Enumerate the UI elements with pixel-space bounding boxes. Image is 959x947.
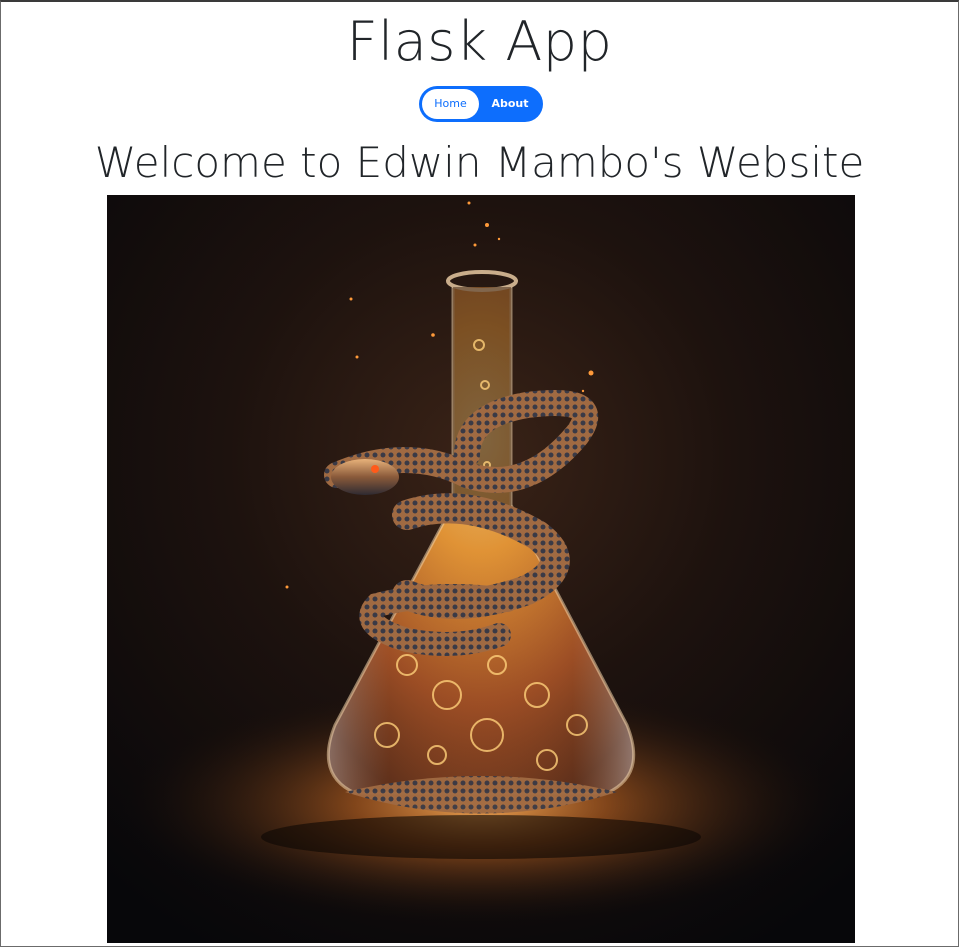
app-title: Flask App (346, 10, 613, 73)
browser-viewport: Flask App Home About Welcome to Edwin Ma… (0, 0, 959, 947)
nav-home-link[interactable]: Home (422, 89, 479, 119)
hero-image (107, 195, 855, 943)
nav-about-link[interactable]: About (481, 89, 539, 119)
nav-pill-group: Home About (419, 86, 543, 122)
welcome-heading: Welcome to Edwin Mambo's Website (94, 138, 865, 187)
